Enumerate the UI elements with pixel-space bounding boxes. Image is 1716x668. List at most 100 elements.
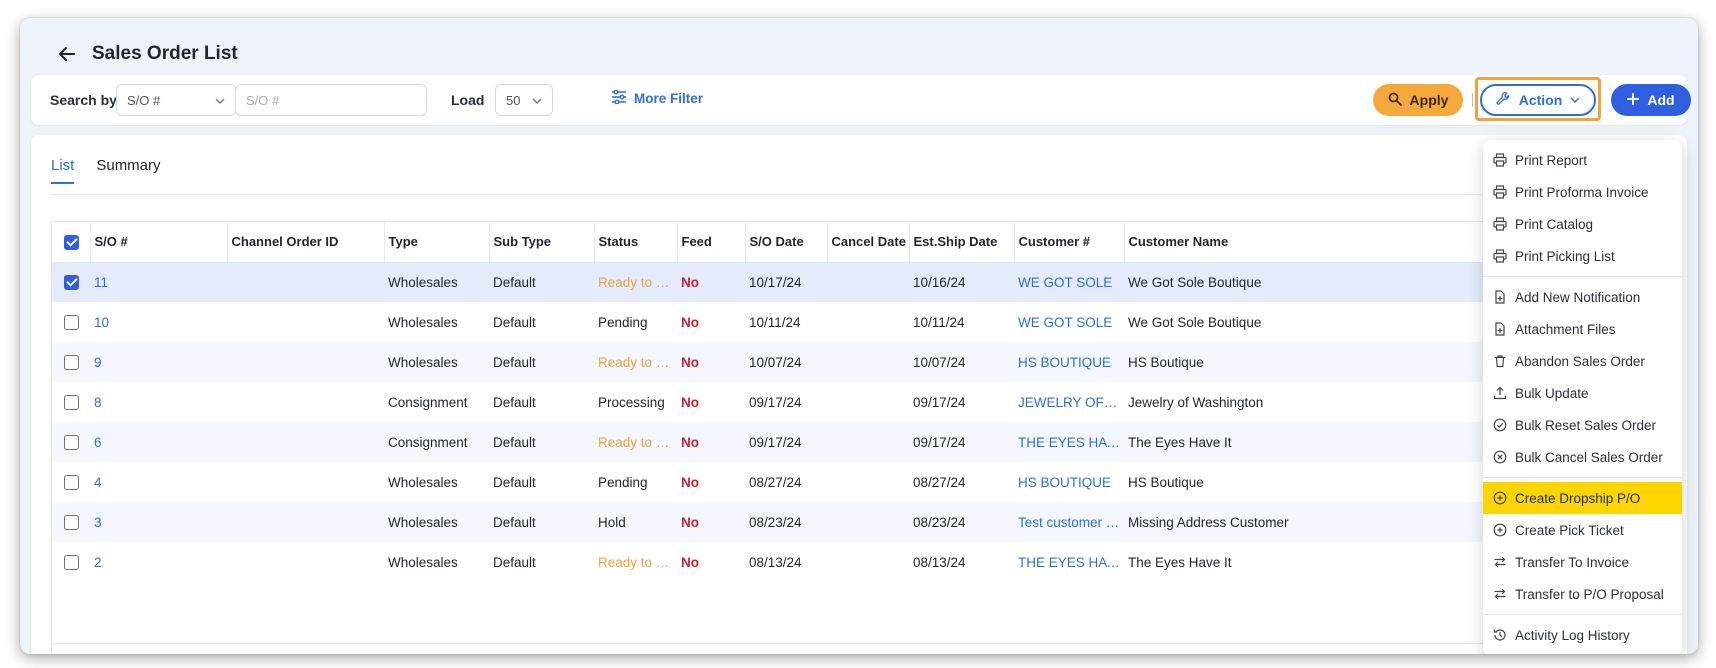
row-checkbox[interactable]	[64, 514, 79, 530]
so-number-link[interactable]: 9	[90, 342, 227, 382]
column-header[interactable]: Customer Name	[1124, 222, 1512, 263]
column-header[interactable]: S/O Date	[745, 222, 828, 263]
column-header[interactable]: S/O #	[90, 222, 228, 263]
tab-summary[interactable]: Summary	[96, 157, 160, 184]
column-header[interactable]: Customer #	[1014, 222, 1125, 263]
apply-button[interactable]: Apply	[1373, 84, 1463, 116]
table-row[interactable]: 11 Wholesales Default Ready to S... No 10/17/…	[52, 262, 1666, 302]
customer-number-link[interactable]: JEWELRY OF WA	[1014, 382, 1124, 422]
so-number-link[interactable]: 3	[90, 502, 227, 542]
menu-item-bulk-reset-sales-order[interactable]: Bulk Reset Sales Order	[1483, 409, 1682, 441]
menu-item-create-dropship-p-o[interactable]: Create Dropship P/O	[1483, 482, 1682, 514]
channel-order-id-cell	[227, 382, 384, 422]
menu-item-print-catalog[interactable]: Print Catalog	[1483, 208, 1682, 240]
type-cell: Consignment	[384, 382, 489, 422]
action-label: Action	[1518, 92, 1563, 108]
feed-cell: No	[677, 262, 745, 302]
column-header[interactable]: Feed	[677, 222, 746, 263]
menu-item-add-new-notification[interactable]: Add New Notification	[1483, 281, 1682, 313]
load-select[interactable]: 50	[495, 84, 553, 116]
column-header[interactable]: Channel Order ID	[227, 222, 385, 263]
table-row[interactable]: 9 Wholesales Default Ready to S... No 10/07/2…	[52, 342, 1666, 382]
customer-number-link[interactable]: Test customer mis	[1014, 502, 1124, 542]
history-icon	[1493, 628, 1507, 642]
ship-date-cell: 10/11/24	[909, 302, 1014, 342]
customer-number-link[interactable]: THE EYES HAVE IT	[1014, 542, 1124, 582]
menu-item-print-picking-list[interactable]: Print Picking List	[1483, 240, 1682, 272]
menu-item-create-pick-ticket[interactable]: Create Pick Ticket	[1483, 514, 1682, 546]
row-select-cell	[52, 262, 90, 302]
row-select-cell	[52, 382, 90, 422]
sales-order-table: S/O # Channel Order ID Type Sub Type Sta…	[51, 221, 1667, 654]
content-panel: List Summary S/O # Channel Order ID Type	[31, 135, 1687, 654]
customer-number-link[interactable]: WE GOT SOLE	[1014, 262, 1124, 302]
subtype-cell: Default	[489, 382, 594, 422]
file-plus-icon	[1493, 290, 1507, 304]
so-number-link[interactable]: 6	[90, 422, 227, 462]
menu-item-transfer-to-invoice[interactable]: Transfer To Invoice	[1483, 546, 1682, 578]
so-number-link[interactable]: 11	[90, 262, 227, 302]
cancel-date-cell	[827, 422, 909, 462]
menu-item-bulk-update[interactable]: Bulk Update	[1483, 377, 1682, 409]
customer-number-link[interactable]: THE EYES HAVE IT	[1014, 422, 1124, 462]
printer-icon	[1493, 185, 1507, 199]
menu-item-activity-log-history[interactable]: Activity Log History	[1483, 619, 1682, 651]
ship-date-cell: 10/16/24	[909, 262, 1014, 302]
table-row[interactable]: 2 Wholesales Default Ready to S... No 08/13/2…	[52, 542, 1666, 582]
menu-item-label: Activity Log History	[1515, 627, 1630, 643]
cancel-date-cell	[827, 502, 909, 542]
row-checkbox[interactable]	[64, 314, 79, 330]
customer-number-link[interactable]: WE GOT SOLE	[1014, 302, 1124, 342]
feed-cell: No	[677, 422, 745, 462]
toolbar-divider	[1472, 93, 1473, 107]
customer-name-cell: The Eyes Have It	[1124, 542, 1511, 582]
customer-number-link[interactable]: HS BOUTIQUE	[1014, 342, 1124, 382]
subtype-cell: Default	[489, 422, 594, 462]
column-header[interactable]: Sub Type	[489, 222, 595, 263]
table-bottom-border	[51, 643, 1667, 644]
transfer-icon	[1493, 555, 1507, 569]
channel-order-id-cell	[227, 422, 384, 462]
menu-item-print-proforma-invoice[interactable]: Print Proforma Invoice	[1483, 176, 1682, 208]
search-field-select[interactable]: S/O #	[116, 84, 236, 116]
table-row[interactable]: 8 Consignment Default Processing No 09/17/24 0…	[52, 382, 1666, 422]
row-select-cell	[52, 542, 90, 582]
select-all-checkbox[interactable]	[64, 234, 79, 250]
table-row[interactable]: 10 Wholesales Default Pending No 10/11/24 10/1…	[52, 302, 1666, 342]
so-number-link[interactable]: 4	[90, 462, 227, 502]
search-input[interactable]	[235, 84, 427, 116]
column-header[interactable]: Type	[384, 222, 490, 263]
cancel-date-cell	[827, 542, 909, 582]
select-all-cell	[52, 222, 91, 263]
so-number-link[interactable]: 2	[90, 542, 227, 582]
menu-item-abandon-sales-order[interactable]: Abandon Sales Order	[1483, 345, 1682, 377]
action-button[interactable]: Action	[1480, 84, 1596, 116]
column-header[interactable]: Cancel Date	[827, 222, 910, 263]
table-row[interactable]: 4 Wholesales Default Pending No 08/27/24 08/27…	[52, 462, 1666, 502]
table-header-row: S/O # Channel Order ID Type Sub Type Sta…	[52, 222, 1666, 263]
table-row[interactable]: 6 Consignment Default Ready to S... No 09/17/…	[52, 422, 1666, 462]
printer-icon	[1493, 217, 1507, 231]
menu-item-bulk-cancel-sales-order[interactable]: Bulk Cancel Sales Order	[1483, 441, 1682, 473]
so-number-link[interactable]: 10	[90, 302, 227, 342]
customer-number-link[interactable]: HS BOUTIQUE	[1014, 462, 1124, 502]
tab-list[interactable]: List	[51, 157, 75, 184]
row-checkbox[interactable]	[64, 434, 79, 450]
column-header[interactable]: Est.Ship Date	[909, 222, 1015, 263]
menu-item-transfer-to-p-o-proposal[interactable]: Transfer to P/O Proposal	[1483, 578, 1682, 610]
row-checkbox[interactable]	[64, 474, 79, 490]
row-checkbox[interactable]	[64, 354, 79, 370]
so-date-cell: 08/23/24	[745, 502, 827, 542]
back-arrow-icon[interactable]	[56, 43, 78, 65]
add-button[interactable]: Add	[1611, 84, 1691, 116]
menu-item-print-report[interactable]: Print Report	[1483, 144, 1682, 176]
more-filter-button[interactable]: More Filter	[611, 89, 703, 107]
row-checkbox[interactable]	[64, 554, 79, 570]
menu-item-attachment-files[interactable]: Attachment Files	[1483, 313, 1682, 345]
upload-icon	[1493, 386, 1507, 400]
table-row[interactable]: 3 Wholesales Default Hold No 08/23/24 08/23/24…	[52, 502, 1666, 542]
column-header[interactable]: Status	[594, 222, 678, 263]
row-checkbox[interactable]	[64, 275, 79, 291]
row-checkbox[interactable]	[64, 394, 79, 410]
so-number-link[interactable]: 8	[90, 382, 227, 422]
